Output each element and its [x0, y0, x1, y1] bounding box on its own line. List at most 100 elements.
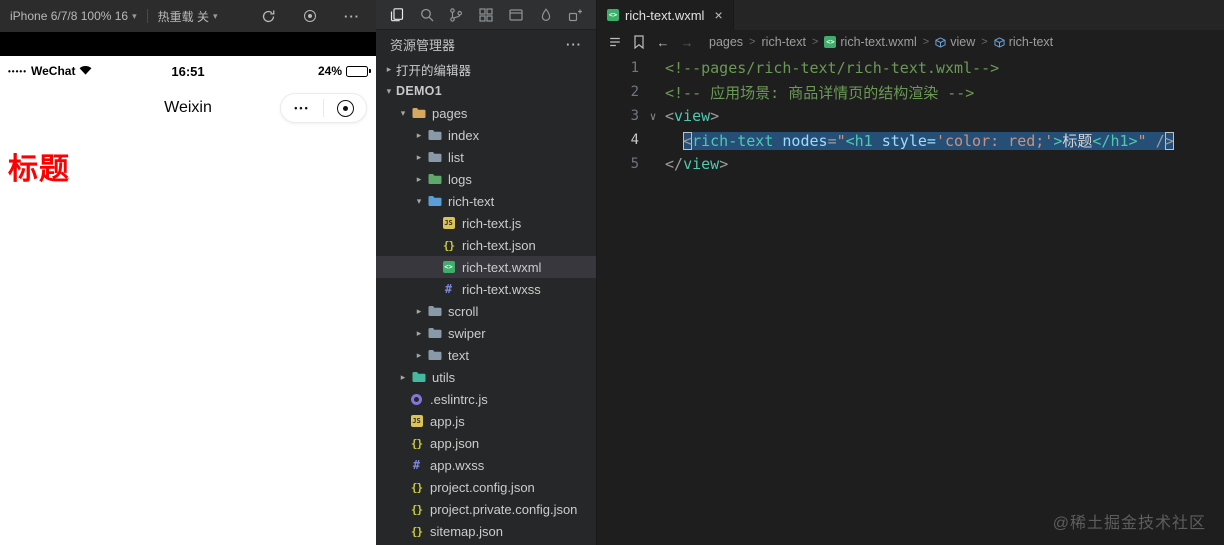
project-label: DEMO1 — [396, 84, 442, 98]
json-file-icon: {} — [442, 238, 455, 252]
hot-reload-label: 热重载 关 — [157, 9, 209, 24]
line-number[interactable]: 5 — [597, 156, 643, 172]
wxml-file-icon: <> — [824, 36, 837, 48]
more-icon[interactable]: ··· — [342, 6, 362, 26]
tree-item-rich-text.wxml[interactable]: <> rich-text.wxml — [376, 256, 596, 278]
record-circle — [304, 10, 316, 22]
wxss-file-icon: # — [444, 282, 453, 296]
tree-item-scroll[interactable]: ▸ scroll — [376, 300, 596, 322]
search-icon[interactable] — [418, 6, 436, 24]
code-text: </view> — [665, 155, 729, 173]
device-selector[interactable]: iPhone 6/7/8 100% 16 ▾ — [10, 9, 137, 23]
tree-item-label: app.wxss — [430, 457, 485, 473]
code-line-4[interactable]: 4 <rich-text nodes="<h1 style='color: re… — [597, 128, 1224, 152]
tree-item-project.private.config.json[interactable]: {} project.private.config.json — [376, 498, 596, 520]
tree-item-rich-text.js[interactable]: JS rich-text.js — [376, 212, 596, 234]
cloud-icon[interactable] — [537, 6, 555, 24]
tab-rich-text-wxml[interactable]: <> rich-text.wxml × — [597, 0, 734, 30]
tree-item-label: rich-text.wxss — [462, 281, 541, 297]
tree-item-app.js[interactable]: JS app.js — [376, 410, 596, 432]
more-icon: ••• — [294, 103, 310, 113]
open-editors-section[interactable]: ▸ 打开的编辑器 — [376, 58, 596, 80]
code-text: <!-- 应用场景: 商品详情页的结构渲染 --> — [665, 83, 975, 102]
line-number[interactable]: 1 — [597, 60, 643, 76]
chevron-down-icon: ▾ — [132, 10, 137, 21]
chevron-down-icon: ▾ — [386, 85, 392, 96]
breadcrumb-label: rich-text.wxml — [840, 35, 917, 49]
tree-item-label: pages — [432, 105, 468, 121]
breadcrumb-item-rich-text[interactable]: rich-text — [762, 35, 806, 49]
tree-item-rich-text.json[interactable]: {} rich-text.json — [376, 234, 596, 256]
code-line-1[interactable]: 1 <!--pages/rich-text/rich-text.wxml--> — [597, 56, 1224, 80]
refresh-icon[interactable] — [258, 6, 278, 26]
tree-item-label: rich-text.wxml — [462, 259, 542, 275]
tree-item-.eslintrc.js[interactable]: .eslintrc.js — [376, 388, 596, 410]
code-line-5[interactable]: 5 </view> — [597, 152, 1224, 176]
forward-arrow-icon[interactable]: → — [679, 34, 695, 50]
chevron-right-icon: ▸ — [416, 305, 422, 316]
tree-item-utils[interactable]: ▸ utils — [376, 366, 596, 388]
tree-item-pages[interactable]: ▾ pages — [376, 102, 596, 124]
breadcrumb-item-rich-text[interactable]: rich-text — [994, 35, 1053, 49]
tree-item-label: app.js — [430, 413, 465, 429]
code-line-3[interactable]: 3 ∨ <view> — [597, 104, 1224, 128]
signal-strength-icon: ••••• — [8, 66, 28, 76]
tree-item-label: list — [448, 149, 464, 165]
breadcrumb-item-pages[interactable]: pages — [709, 35, 743, 49]
tree-item-logs[interactable]: ▸ logs — [376, 168, 596, 190]
record-icon[interactable] — [300, 6, 320, 26]
tree-item-rich-text[interactable]: ▾ rich-text — [376, 190, 596, 212]
line-number[interactable]: 3 — [597, 108, 643, 124]
breadcrumb-separator-icon: > — [981, 36, 988, 48]
tree-item-label: logs — [448, 171, 472, 187]
tree-item-swiper[interactable]: ▸ swiper — [376, 322, 596, 344]
capsule-home-button[interactable] — [324, 94, 366, 122]
js-file-icon: JS — [442, 217, 455, 229]
page-heading: 标题 — [8, 153, 70, 186]
breadcrumb-label: rich-text — [761, 35, 806, 49]
code-editor[interactable]: 1 <!--pages/rich-text/rich-text.wxml--> 2 <… — [597, 54, 1224, 545]
wxml-file-icon: <> — [442, 261, 455, 273]
back-arrow-icon[interactable]: ← — [655, 34, 671, 50]
folder-icon — [426, 305, 443, 317]
tree-item-text[interactable]: ▸ text — [376, 344, 596, 366]
breadcrumb: pages > rich-text > <> rich-text.wxml > view > ri… — [709, 35, 1053, 49]
tree-item-rich-text.wxss[interactable]: # rich-text.wxss — [376, 278, 596, 300]
breadcrumb-label: view — [950, 35, 976, 49]
tree-item-app.json[interactable]: {} app.json — [376, 432, 596, 454]
explorer-header: 资源管理器 ··· — [376, 30, 596, 58]
preview-icon[interactable] — [507, 6, 525, 24]
line-number[interactable]: 4 — [597, 132, 643, 148]
fold-arrow-icon[interactable]: ∨ — [643, 110, 663, 123]
tree-item-list[interactable]: ▸ list — [376, 146, 596, 168]
folder-icon — [426, 129, 443, 141]
more-icon[interactable]: ··· — [566, 37, 582, 52]
tree-item-label: .eslintrc.js — [430, 391, 488, 407]
capsule-more-button[interactable]: ••• — [281, 94, 323, 122]
plugin-icon[interactable] — [566, 6, 584, 24]
open-editors-label: 打开的编辑器 — [396, 63, 472, 78]
tree-item-project.config.json[interactable]: {} project.config.json — [376, 476, 596, 498]
phone-simulator: iPhone 6/7/8 100% 16 ▾ 热重载 关 ▾ ··· •••••… — [0, 0, 376, 545]
hot-reload-toggle[interactable]: 热重载 关 ▾ — [158, 8, 218, 25]
files-icon[interactable] — [388, 6, 406, 24]
code-line-2[interactable]: 2 <!-- 应用场景: 商品详情页的结构渲染 --> — [597, 80, 1224, 104]
tree-item-index[interactable]: ▸ index — [376, 124, 596, 146]
breadcrumb-item-view[interactable]: view — [935, 35, 975, 49]
tree-item-label: rich-text — [448, 193, 495, 209]
source-control-icon[interactable] — [447, 6, 465, 24]
close-icon[interactable]: × — [714, 7, 722, 23]
folder-icon — [426, 327, 443, 339]
extensions-icon[interactable] — [477, 6, 495, 24]
tree-item-app.wxss[interactable]: # app.wxss — [376, 454, 596, 476]
tree-item-sitemap.json[interactable]: {} sitemap.json — [376, 520, 596, 542]
line-number[interactable]: 2 — [597, 84, 643, 100]
explorer-title: 资源管理器 — [390, 37, 456, 53]
device-selector-label: iPhone 6/7/8 100% 16 — [10, 9, 129, 23]
tree-item-label: index — [448, 127, 480, 143]
breadcrumb-item-rich-text.wxml[interactable]: <> rich-text.wxml — [824, 35, 917, 49]
wifi-icon — [79, 64, 92, 78]
project-section[interactable]: ▾ DEMO1 — [376, 80, 596, 102]
outline-icon[interactable] — [607, 34, 623, 50]
bookmark-icon[interactable] — [631, 34, 647, 50]
